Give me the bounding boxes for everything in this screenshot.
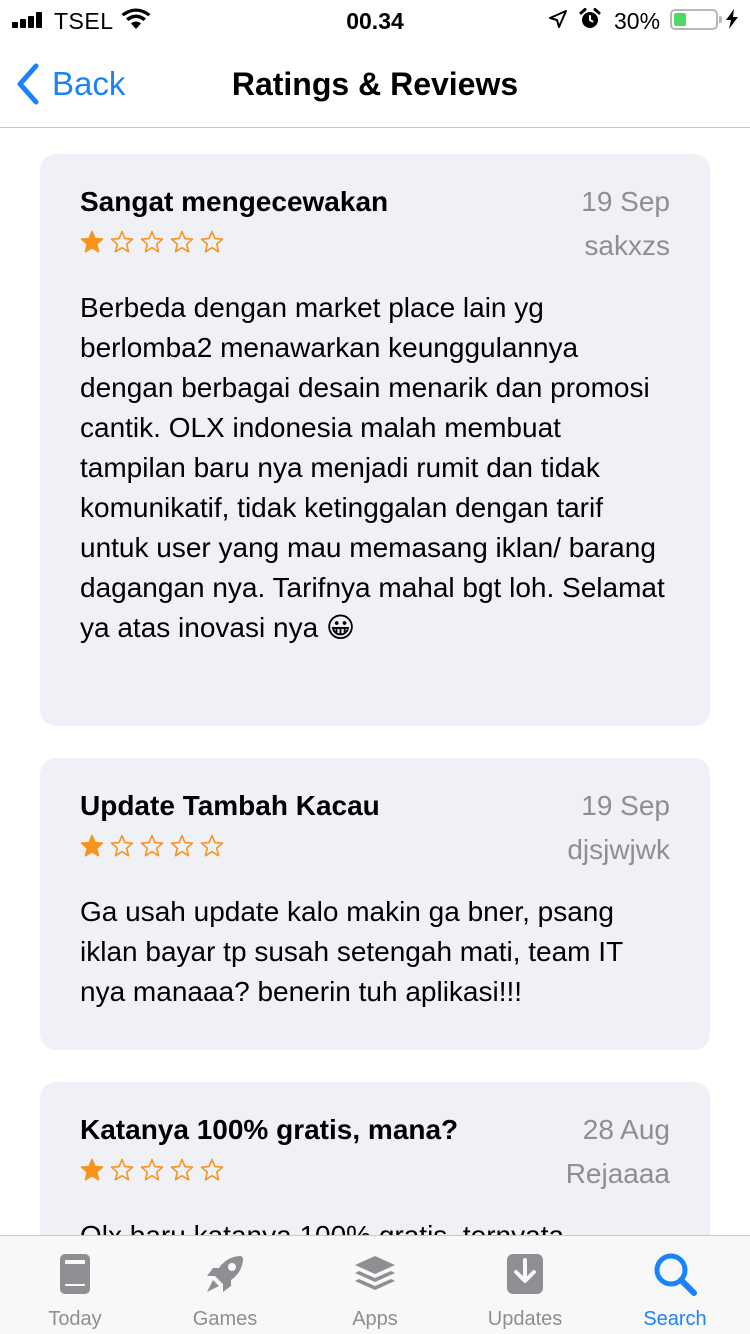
star-rating	[80, 834, 230, 858]
star-empty-icon	[170, 230, 194, 253]
star-rating	[80, 230, 230, 254]
tab-label: Updates	[487, 1308, 563, 1330]
review-author: Rejaaaa	[565, 1158, 670, 1189]
today-icon	[60, 1254, 90, 1294]
review-title: Sangat mengecewakan	[80, 186, 389, 217]
battery-percent: 30%	[614, 8, 661, 34]
alarm-icon	[579, 8, 601, 28]
star-empty-icon	[140, 230, 164, 253]
review-date: 19 Sep	[581, 790, 670, 821]
review-card[interactable]: Katanya 100% gratis, mana? 28 Aug Rejaaa…	[40, 1082, 710, 1235]
tab-label: Search	[643, 1308, 707, 1330]
review-date: 28 Aug	[582, 1114, 670, 1145]
review-body: Berbeda dengan market place lain yg berl…	[80, 292, 665, 643]
tab-label: Apps	[352, 1308, 398, 1330]
tab-label: Games	[192, 1308, 258, 1330]
review-body: Ga usah update kalo makin ga bner, psang…	[80, 896, 623, 1007]
star-empty-icon	[170, 834, 194, 857]
star-empty-icon	[110, 1158, 134, 1181]
review-card[interactable]: Update Tambah Kacau 19 Sep djsjwjwk Ga u…	[40, 758, 710, 1050]
review-body: Olx baru katanya 100% gratis, ternyata	[80, 1216, 670, 1235]
reviews-list[interactable]: Sangat mengecewakan 19 Sep sakxzs Berbed…	[0, 129, 750, 1235]
tab-label: Today	[48, 1308, 102, 1330]
download-icon	[507, 1254, 543, 1294]
review-date: 19 Sep	[581, 186, 670, 217]
tab-apps[interactable]: Apps	[300, 1236, 450, 1334]
review-author: djsjwjwk	[567, 834, 670, 865]
charging-bolt-icon	[726, 9, 738, 29]
search-icon	[654, 1253, 697, 1296]
review-title: Katanya 100% gratis, mana?	[80, 1114, 459, 1145]
tab-games[interactable]: Games	[150, 1236, 300, 1334]
review-author: sakxzs	[584, 230, 670, 261]
page-title: Ratings & Reviews	[231, 66, 519, 102]
location-icon	[549, 10, 567, 28]
star-empty-icon	[110, 230, 134, 253]
star-filled-icon	[80, 230, 104, 253]
star-empty-icon	[110, 834, 134, 857]
tab-bar: Today Games Apps Updates Search	[0, 1235, 750, 1334]
rocket-icon	[207, 1256, 243, 1292]
star-filled-icon	[80, 1158, 104, 1181]
star-empty-icon	[140, 834, 164, 857]
star-filled-icon	[80, 834, 104, 857]
tab-search[interactable]: Search	[600, 1236, 750, 1334]
apps-stack-icon	[355, 1256, 395, 1290]
tab-today[interactable]: Today	[0, 1236, 150, 1334]
star-empty-icon	[200, 834, 224, 857]
battery-icon	[670, 9, 722, 30]
review-title: Update Tambah Kacau	[80, 790, 380, 821]
star-empty-icon	[200, 1158, 224, 1181]
review-card[interactable]: Sangat mengecewakan 19 Sep sakxzs Berbed…	[40, 154, 710, 726]
star-empty-icon	[200, 230, 224, 253]
tab-updates[interactable]: Updates	[450, 1236, 600, 1334]
status-bar: TSEL 00.34 30%	[0, 0, 750, 40]
star-empty-icon	[140, 1158, 164, 1181]
star-empty-icon	[170, 1158, 194, 1181]
navigation-bar: Back Ratings & Reviews	[0, 40, 750, 128]
star-rating	[80, 1158, 230, 1182]
